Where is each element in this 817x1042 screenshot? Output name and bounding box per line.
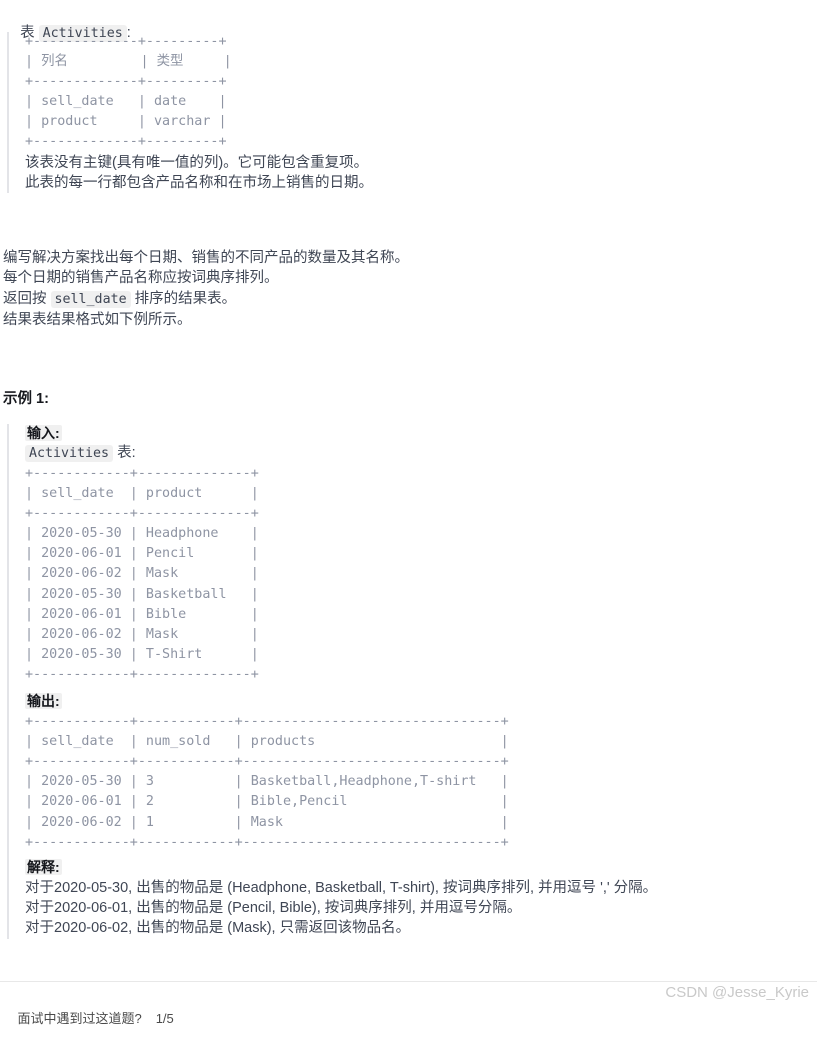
input-ascii-table: +------------+--------------+ | sell_dat…	[25, 466, 259, 682]
interview-question-counter: 1/5	[155, 1011, 174, 1026]
line3-suffix: 排序的结果表。	[130, 290, 237, 307]
interview-question-label: 面试中遇到过这道题?	[17, 1011, 142, 1026]
sell-date-code-chip: sell_date	[50, 290, 131, 308]
output-section: 输出: +------------+------------+---------…	[25, 691, 815, 853]
explanation-line-3: 对于2020-06-02, 出售的物品是 (Mask), 只需返回该物品名。	[25, 920, 411, 937]
problem-statement-line-4: 结果表结果格式如下例所示。	[3, 311, 192, 328]
output-label-row: 输出:	[25, 691, 815, 712]
explanation-label: 解释:	[25, 858, 62, 875]
input-table-name-chip: Activities	[25, 445, 114, 462]
example-heading: 示例 1:	[3, 391, 49, 407]
output-ascii-table: +------------+------------+-------------…	[25, 714, 509, 850]
problem-statement-line-1: 编写解决方案找出每个日期、销售的不同产品的数量及其名称。	[3, 250, 409, 266]
problem-description-page: 表 Activities: +-------------+---------+ …	[0, 0, 817, 1026]
explanation-line-2: 对于2020-06-01, 出售的物品是 (Pencil, Bible), 按词…	[25, 899, 522, 916]
problem-statement-line-3: 返回按 sell_date 排序的结果表。	[3, 289, 803, 310]
input-label: 输入:	[25, 425, 62, 441]
csdn-watermark: CSDN @Jesse_Kyrie	[665, 984, 809, 1001]
problem-statement-line-2: 每个日期的销售产品名称应按词典序排列。	[3, 270, 279, 287]
schema-blockquote: +-------------+---------+ | 列名 | 类型 | +-…	[7, 32, 805, 194]
explanation-label-row: 解释:	[25, 857, 815, 878]
explanation-section: 解释: 对于2020-05-30, 出售的物品是 (Headphone, Bas…	[25, 857, 815, 939]
interview-question-row[interactable]: 面试中遇到过这道题? 1/5	[3, 993, 174, 1042]
line3-prefix: 返回按	[3, 290, 51, 307]
input-table-caption: Activities 表:	[25, 443, 815, 464]
problem-statement: 编写解决方案找出每个日期、销售的不同产品的数量及其名称。 每个日期的销售产品名称…	[3, 248, 803, 330]
schema-note-line-1: 该表没有主键(具有唯一值的列)。它可能包含重复项。	[25, 154, 369, 171]
output-label: 输出:	[25, 693, 62, 710]
input-label-row: 输入:	[25, 424, 815, 443]
explanation-line-1: 对于2020-05-30, 出售的物品是 (Headphone, Basketb…	[25, 879, 658, 896]
input-section: 输入: Activities 表: +------------+--------…	[25, 424, 815, 685]
schema-note-line-2: 此表的每一行都包含产品名称和在市场上销售的日期。	[25, 174, 373, 191]
schema-ascii-table: +-------------+---------+ | 列名 | 类型 | +-…	[25, 34, 232, 150]
input-table-caption-suffix: 表:	[113, 445, 136, 461]
footer-divider	[0, 981, 817, 982]
example-blockquote: 输入: Activities 表: +------------+--------…	[7, 424, 815, 939]
